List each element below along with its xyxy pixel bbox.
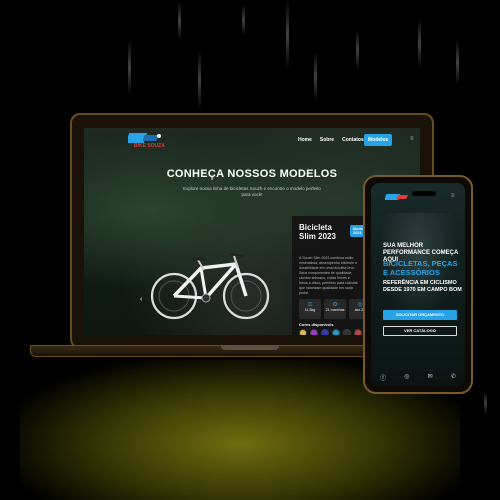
light-streak [418,18,421,68]
phone-hero-title: BICICLETAS, PEÇAS E ACESSÓRIOS [383,259,458,277]
nav-link-home[interactable]: Home [298,137,312,143]
nav-modelos-button[interactable]: Modelos [364,134,393,146]
laptop-notch [221,345,279,350]
email-icon[interactable]: ✉ [428,373,433,382]
facebook-icon[interactable]: ⓕ [380,373,386,382]
nav-link-contatos[interactable]: Contatos [342,137,364,143]
color-swatch[interactable] [343,329,351,335]
whatsapp-icon[interactable]: ✆ [451,373,456,382]
spec-gears: ⚙ 21 marchas [324,299,346,319]
color-swatch[interactable] [321,329,329,335]
light-streak [356,30,359,70]
spec-weight-value: 11,5kg [304,308,316,312]
nav-link-sobre[interactable]: Sobre [320,137,334,143]
colors-label: Cores disponíveis [299,322,334,327]
light-streak [242,5,245,35]
hero-subtitle: Explore nossa linha de bicicletas Souzh … [183,186,321,197]
brand-text: BIKE SOUZA [134,143,165,149]
light-streak [484,392,487,414]
gear-icon: ⚙ [332,302,338,308]
request-quote-button[interactable]: SOLICITAR ORÇAMENTO [383,310,457,320]
bicycle-image [150,253,270,320]
product-description: A Souzh Slim 2023 combina estilo minimal… [299,256,358,295]
instagram-icon[interactable]: ◎ [404,373,409,382]
phone-screen: ≡ SUA MELHOR PERFORMANCE COMEÇA AQUI BIC… [371,183,465,386]
product-title: Bicicleta Slim 2023 [299,223,336,241]
phone-hero-subtitle: REFERÊNCIA EM CICLISMO DESDE 1970 EM CAM… [383,280,462,293]
phone-frame: ≡ SUA MELHOR PERFORMANCE COMEÇA AQUI BIC… [363,175,473,394]
spec-list: ⚖ 11,5kg ⚙ 21 marchas ◎ Aro 29 [299,299,371,319]
weight-icon: ⚖ [307,302,313,308]
color-swatch[interactable] [354,329,362,335]
light-streak [198,50,201,110]
light-streak [128,40,131,95]
phone-footer-icons: ⓕ ◎ ✉ ✆ [371,373,465,382]
nav-links: Home Sobre Contatos [298,137,364,143]
phone-menu-icon[interactable]: ≡ [451,193,455,199]
light-streak [286,0,289,70]
spec-weight: ⚖ 11,5kg [299,299,321,319]
hamburger-menu-icon[interactable]: ≡ [410,136,414,142]
spec-gears-value: 21 marchas [325,308,345,312]
light-streak [178,2,181,40]
top-navbar: BIKE SOUZA Home Sobre Contatos Modelos ≡ [84,128,420,154]
view-catalog-button[interactable]: VER CATÁLOGO [383,326,457,336]
color-swatch[interactable] [310,329,318,335]
phone-notch [412,191,436,196]
carousel-prev-arrow-icon[interactable]: ‹ [140,296,142,303]
phone-brand-logo[interactable] [385,192,415,204]
light-streak [456,40,459,85]
light-streak [314,52,317,102]
color-swatch[interactable] [332,329,340,335]
color-swatch[interactable] [299,329,307,335]
